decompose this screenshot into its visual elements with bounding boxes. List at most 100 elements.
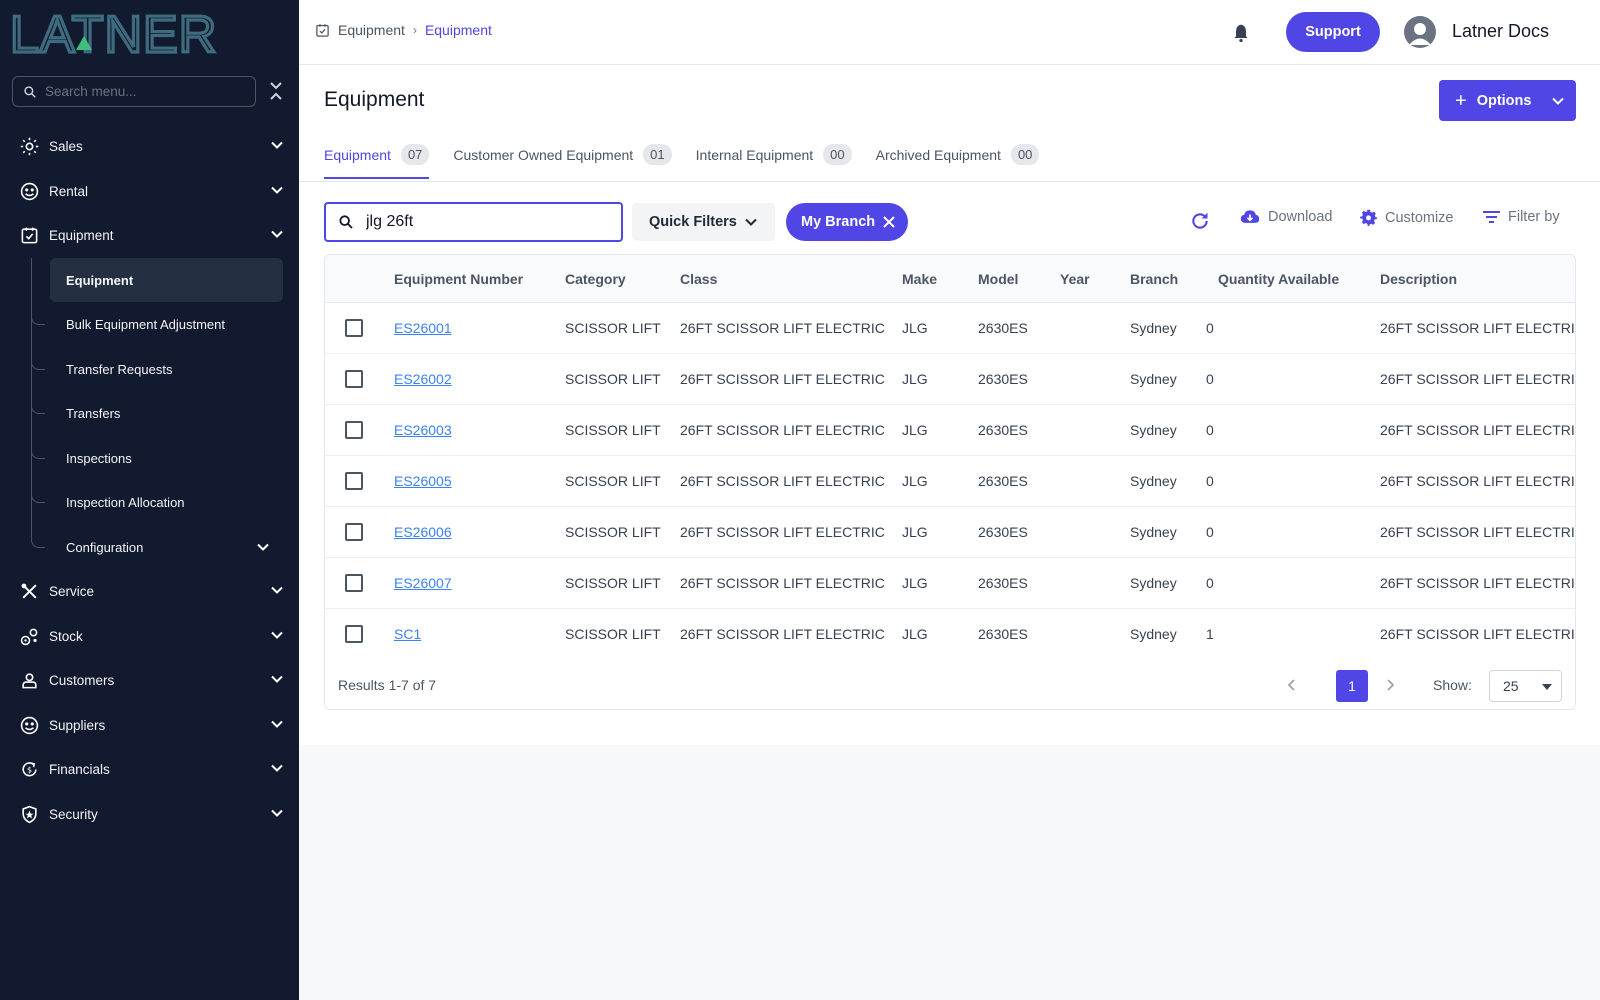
quick-filters-button[interactable]: Quick Filters [632, 203, 775, 241]
row-checkbox[interactable] [345, 421, 363, 439]
table-row[interactable]: ES26001 SCISSOR LIFT 26FT SCISSOR LIFT ELE… [325, 303, 1575, 354]
equipment-number-link[interactable]: ES26003 [394, 422, 452, 438]
cell-class: 26FT SCISSOR LIFT ELECTRIC [680, 575, 885, 591]
sidebar-subitem-bulk-equipment-adjustment[interactable]: Bulk Equipment Adjustment [31, 304, 283, 344]
results-count: Results 1-7 of 7 [338, 677, 437, 693]
table-row[interactable]: ES26007 SCISSOR LIFT 26FT SCISSOR LIFT ELE… [325, 558, 1575, 609]
table-row[interactable]: ES26005 SCISSOR LIFT 26FT SCISSOR LIFT ELE… [325, 456, 1575, 507]
sidebar-item-equipment[interactable]: Equipment [0, 215, 299, 255]
tab-label: Customer Owned Equipment [453, 146, 634, 163]
sidebar-subitem-equipment[interactable]: Equipment [31, 258, 283, 302]
bell-icon[interactable] [1231, 22, 1251, 44]
cell-description: 26FT SCISSOR LIFT ELECTRIC [1380, 524, 1576, 540]
sidebar-item-customers[interactable]: Customers [0, 660, 299, 700]
cell-make: JLG [902, 626, 928, 642]
breadcrumb-current[interactable]: Equipment [425, 22, 492, 38]
sidebar-item-label: Security [49, 806, 98, 822]
sidebar-subitem-inspections[interactable]: Inspections [31, 438, 283, 478]
column-header-category[interactable]: Category [565, 271, 626, 287]
column-header-quantity-available[interactable]: Quantity Available [1218, 271, 1339, 287]
column-header-model[interactable]: Model [978, 271, 1018, 287]
page-size-select[interactable]: 25 [1489, 670, 1562, 702]
cell-make: JLG [902, 524, 928, 540]
row-checkbox[interactable] [345, 574, 363, 592]
chevron-down-icon [271, 230, 283, 238]
column-header-year[interactable]: Year [1060, 271, 1090, 287]
menu-search[interactable] [12, 76, 256, 107]
equipment-number-link[interactable]: ES26001 [394, 320, 452, 336]
avatar[interactable] [1404, 16, 1436, 48]
tab-count: 07 [400, 144, 430, 165]
table-row[interactable]: ES26003 SCISSOR LIFT 26FT SCISSOR LIFT ELE… [325, 405, 1575, 456]
tab-internal-equipment[interactable]: Internal Equipment 00 [696, 131, 852, 178]
column-header-class[interactable]: Class [680, 271, 717, 287]
download-label: Download [1268, 209, 1333, 225]
menu-search-input[interactable] [45, 84, 235, 99]
download-button[interactable]: Download [1240, 209, 1333, 225]
tab-customer-owned-equipment[interactable]: Customer Owned Equipment 01 [453, 131, 672, 178]
sidebar-subitem-configuration[interactable]: Configuration [31, 527, 283, 567]
table-search[interactable] [324, 202, 623, 242]
page-number-current[interactable]: 1 [1336, 670, 1368, 702]
equipment-number-link[interactable]: ES26002 [394, 371, 452, 387]
support-button[interactable]: Support [1286, 12, 1380, 52]
equipment-number-link[interactable]: SC1 [394, 626, 421, 642]
column-header-make[interactable]: Make [902, 271, 937, 287]
column-header-description[interactable]: Description [1380, 271, 1457, 287]
service-icon [20, 582, 39, 601]
row-checkbox[interactable] [345, 319, 363, 337]
chevron-down-icon [1552, 97, 1564, 105]
cell-branch: Sydney [1130, 524, 1177, 540]
row-checkbox[interactable] [345, 625, 363, 643]
cell-branch: Sydney [1130, 320, 1177, 336]
sidebar-item-suppliers[interactable]: Suppliers [0, 705, 299, 745]
table-header: Equipment Number Category Class Make Mod… [325, 255, 1575, 303]
cloud-download-icon [1240, 210, 1260, 223]
sidebar-subitem-inspection-allocation[interactable]: Inspection Allocation [31, 482, 283, 522]
sidebar-item-security[interactable]: Security [0, 794, 299, 834]
column-header-branch[interactable]: Branch [1130, 271, 1178, 287]
sidebar-subitem-transfers[interactable]: Transfers [31, 393, 283, 433]
row-checkbox[interactable] [345, 370, 363, 388]
sidebar-item-financials[interactable]: $ Financials [0, 749, 299, 789]
cell-description: 26FT SCISSOR LIFT ELECTRIC [1380, 626, 1576, 642]
options-button[interactable]: + Options [1439, 80, 1576, 121]
table-row[interactable]: ES26006 SCISSOR LIFT 26FT SCISSOR LIFT ELE… [325, 507, 1576, 558]
table-row[interactable]: SC1 SCISSOR LIFT 26FT SCISSOR LIFT ELECTRI… [325, 609, 1576, 660]
collapse-sidebar-icon[interactable] [268, 80, 284, 102]
chevron-left-icon[interactable] [1285, 677, 1299, 693]
sidebar-item-rental[interactable]: Rental [0, 171, 299, 211]
latner-logo[interactable]: LATNER [10, 8, 280, 58]
table-row[interactable]: ES26002 SCISSOR LIFT 26FT SCISSOR LIFT ELE… [325, 354, 1575, 405]
customize-button[interactable]: Customize [1360, 209, 1454, 226]
cell-branch: Sydney [1130, 371, 1177, 387]
equipment-number-link[interactable]: ES26005 [394, 473, 452, 489]
equipment-number-link[interactable]: ES26006 [394, 524, 452, 540]
chevron-right-icon[interactable] [1383, 677, 1397, 693]
equipment-number-link[interactable]: ES26007 [394, 575, 452, 591]
row-checkbox[interactable] [345, 523, 363, 541]
sidebar-item-stock[interactable]: Stock [0, 616, 299, 656]
sidebar-subitem-label: Transfer Requests [66, 361, 173, 377]
cell-quantity-available: 1 [1206, 626, 1214, 642]
cell-make: JLG [902, 320, 928, 336]
column-header-equipment-number[interactable]: Equipment Number [394, 271, 523, 287]
filter-chip-my-branch[interactable]: My Branch [786, 203, 908, 241]
breadcrumb-item[interactable]: Equipment [338, 22, 405, 38]
search-input[interactable] [366, 213, 606, 231]
close-icon[interactable] [882, 215, 896, 229]
sidebar-item-service[interactable]: Service [0, 571, 299, 611]
tab-equipment[interactable]: Equipment 07 [324, 131, 430, 179]
user-name[interactable]: Latner Docs [1452, 21, 1549, 42]
row-checkbox[interactable] [345, 472, 363, 490]
chevron-down-icon [271, 186, 283, 194]
options-label: Options [1476, 92, 1532, 109]
cell-class: 26FT SCISSOR LIFT ELECTRIC [680, 320, 885, 336]
sidebar-item-sales[interactable]: Sales [0, 126, 299, 166]
cell-category: SCISSOR LIFT [565, 422, 661, 438]
sidebar-subitem-transfer-requests[interactable]: Transfer Requests [31, 349, 283, 389]
cell-category: SCISSOR LIFT [565, 320, 661, 336]
refresh-icon[interactable] [1190, 211, 1210, 231]
filter-by-button[interactable]: Filter by [1483, 209, 1560, 225]
tab-archived-equipment[interactable]: Archived Equipment 00 [876, 131, 1040, 178]
